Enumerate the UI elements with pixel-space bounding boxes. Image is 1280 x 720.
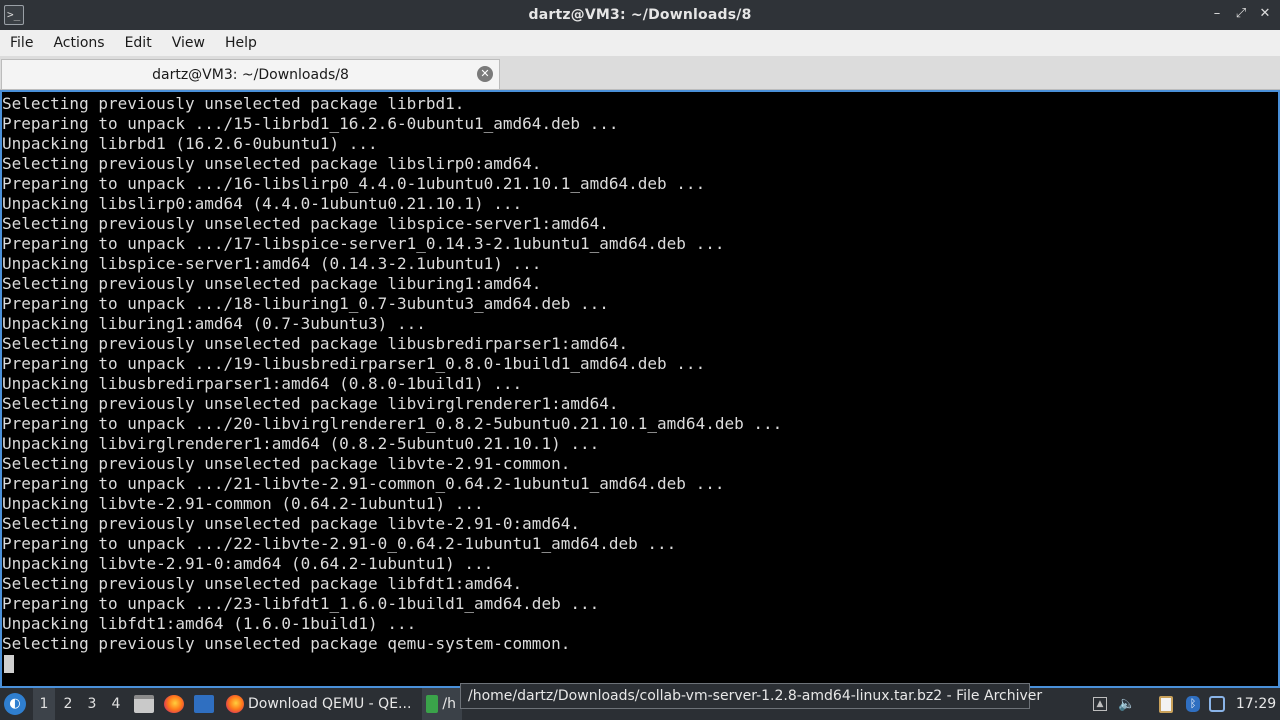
clock[interactable]: 17:29	[1232, 688, 1280, 720]
menu-file[interactable]: File	[4, 35, 39, 51]
terminal-line: Selecting previously unselected package …	[2, 514, 580, 533]
terminal-line: Selecting previously unselected package …	[2, 574, 523, 593]
menu-help[interactable]: Help	[219, 35, 263, 51]
volume-icon[interactable]: 🔈	[1116, 688, 1138, 720]
workspace-1[interactable]: 1	[33, 688, 55, 720]
terminal-line: Selecting previously unselected package …	[2, 94, 465, 113]
terminal-line: Selecting previously unselected package …	[2, 334, 629, 353]
tab-bar: dartz@VM3: ~/Downloads/8 ✕	[0, 56, 1280, 90]
terminal-line: Unpacking liburing1:amd64 (0.7-3ubuntu3)…	[2, 314, 426, 333]
tab-label: dartz@VM3: ~/Downloads/8	[152, 66, 349, 83]
terminal-line: Preparing to unpack .../20-libvirglrende…	[2, 414, 783, 433]
terminal-output[interactable]: Selecting previously unselected package …	[0, 90, 1280, 688]
bluetooth-icon[interactable]: ᛒ	[1182, 688, 1204, 720]
menu-bar: File Actions Edit View Help	[0, 30, 1280, 56]
terminal-line: Preparing to unpack .../18-liburing1_0.7…	[2, 294, 609, 313]
close-button[interactable]: ✕	[1258, 6, 1272, 22]
tray-up-arrow-icon[interactable]: ▲	[1089, 688, 1111, 720]
clipboard-icon[interactable]	[1155, 688, 1177, 720]
lubuntu-logo-icon: ◐	[4, 693, 26, 715]
terminal-line: Preparing to unpack .../17-libspice-serv…	[2, 234, 725, 253]
minimize-button[interactable]: –	[1210, 6, 1224, 22]
terminal-icon: >_	[4, 5, 24, 25]
terminal-line: Preparing to unpack .../19-libusbredirpa…	[2, 354, 706, 373]
task-archiver-window[interactable]: /h	[422, 688, 462, 720]
file-manager-icon[interactable]	[131, 688, 157, 720]
terminal-lines: Selecting previously unselected package …	[2, 94, 782, 654]
terminal-line: Unpacking libvte-2.91-0:amd64 (0.64.2-1u…	[2, 554, 494, 573]
desktop-icon[interactable]	[191, 688, 217, 720]
terminal-line: Unpacking librbd1 (16.2.6-0ubuntu1) ...	[2, 134, 378, 153]
menu-view[interactable]: View	[166, 35, 211, 51]
terminal-line: Unpacking libspice-server1:amd64 (0.14.3…	[2, 254, 542, 273]
workspace-3[interactable]: 3	[81, 688, 103, 720]
window-title: dartz@VM3: ~/Downloads/8	[528, 7, 752, 23]
task-firefox-window[interactable]: Download QEMU - QE...	[222, 688, 418, 720]
workspace-2[interactable]: 2	[57, 688, 79, 720]
taskbar-tooltip: /home/dartz/Downloads/collab-vm-server-1…	[460, 683, 1042, 709]
terminal-line: Preparing to unpack .../16-libslirp0_4.4…	[2, 174, 706, 193]
terminal-line: Unpacking libusbredirparser1:amd64 (0.8.…	[2, 374, 523, 393]
start-menu-button[interactable]: ◐	[4, 688, 30, 720]
terminal-line: Selecting previously unselected package …	[2, 634, 571, 653]
terminal-line: Unpacking libfdt1:amd64 (1.6.0-1build1) …	[2, 614, 417, 633]
firefox-icon	[226, 695, 244, 713]
terminal-line: Unpacking libvirglrenderer1:amd64 (0.8.2…	[2, 434, 600, 453]
terminal-line: Preparing to unpack .../15-librbd1_16.2.…	[2, 114, 619, 133]
terminal-line: Selecting previously unselected package …	[2, 454, 571, 473]
menu-actions[interactable]: Actions	[47, 35, 110, 51]
network-icon[interactable]	[1206, 688, 1228, 720]
tab-terminal[interactable]: dartz@VM3: ~/Downloads/8 ✕	[1, 59, 500, 89]
window-titlebar[interactable]: >_ dartz@VM3: ~/Downloads/8 – ⤢ ✕	[0, 0, 1280, 30]
close-icon[interactable]: ✕	[477, 66, 493, 82]
task-label: /h	[442, 696, 456, 712]
task-label: Download QEMU - QE...	[248, 696, 412, 712]
terminal-line: Selecting previously unselected package …	[2, 214, 609, 233]
maximize-button[interactable]: ⤢	[1234, 6, 1248, 22]
terminal-cursor	[4, 655, 14, 673]
workspace-4[interactable]: 4	[105, 688, 127, 720]
terminal-line: Selecting previously unselected package …	[2, 394, 619, 413]
terminal-line: Selecting previously unselected package …	[2, 274, 542, 293]
menu-edit[interactable]: Edit	[119, 35, 158, 51]
archive-icon	[426, 695, 439, 713]
terminal-line: Selecting previously unselected package …	[2, 154, 542, 173]
firefox-icon[interactable]	[161, 688, 187, 720]
terminal-line: Preparing to unpack .../23-libfdt1_1.6.0…	[2, 594, 600, 613]
terminal-line: Unpacking libslirp0:amd64 (4.4.0-1ubuntu…	[2, 194, 523, 213]
terminal-line: Unpacking libvte-2.91-common (0.64.2-1ub…	[2, 494, 484, 513]
terminal-line: Preparing to unpack .../22-libvte-2.91-0…	[2, 534, 677, 553]
terminal-line: Preparing to unpack .../21-libvte-2.91-c…	[2, 474, 725, 493]
